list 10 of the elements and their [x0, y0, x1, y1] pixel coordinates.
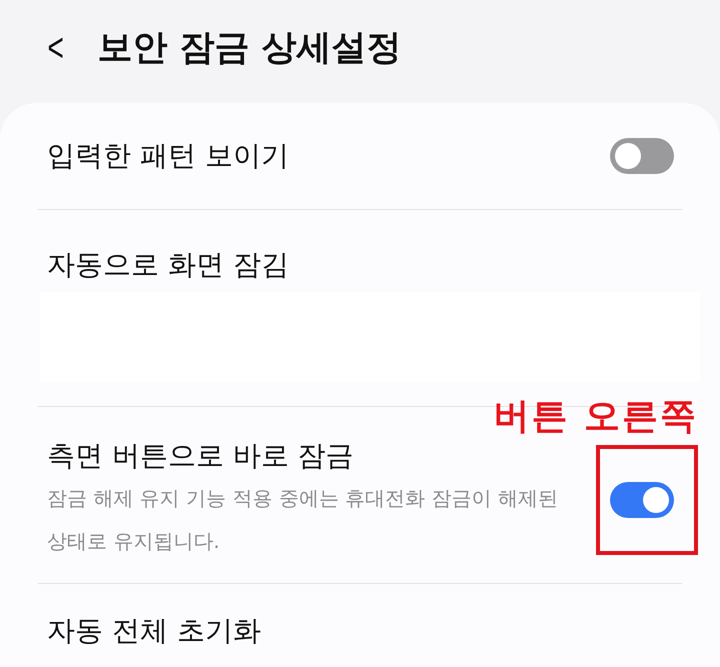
setting-label: 측면 버튼으로 바로 잠금: [46, 438, 355, 474]
setting-label: 자동 전체 초기화: [46, 613, 262, 649]
setting-description: 잠금 해제 유지 기능 적용 중에는 휴대전화 잠금이 해제된 상태로 유지됩니다.: [46, 485, 559, 555]
toggle-switch[interactable]: [610, 138, 674, 174]
setting-label: 자동으로 화면 잠김: [46, 247, 290, 283]
annotation-text: 버튼 오른쪽: [493, 395, 698, 439]
toggle-switch[interactable]: [610, 482, 674, 518]
back-button[interactable]: <: [48, 28, 64, 68]
page-title: 보안 잠금 상세설정: [97, 27, 402, 70]
setting-label: 입력한 패턴 보이기: [46, 138, 290, 174]
